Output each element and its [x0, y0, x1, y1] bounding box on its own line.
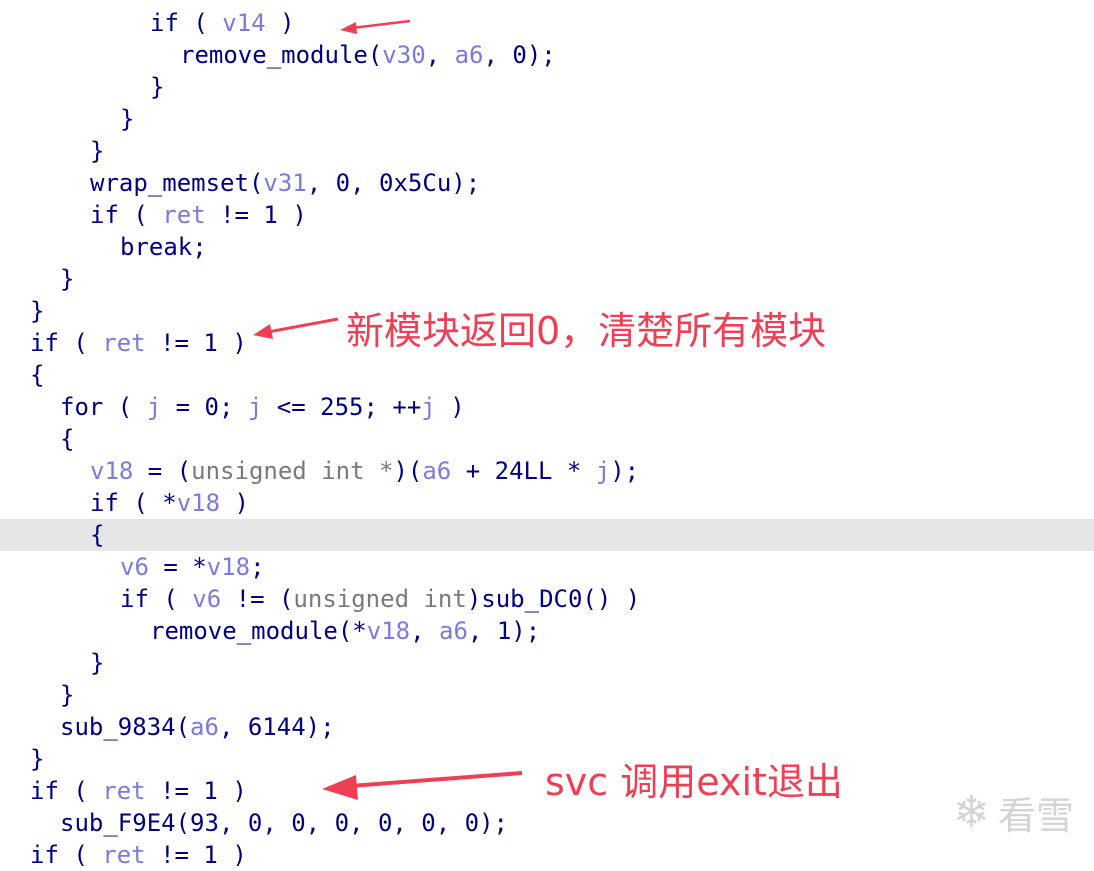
- arrow-to-if-v14: [340, 19, 411, 34]
- annotation-arrows: [253, 19, 523, 800]
- arrow-to-if-ret-1: [253, 317, 339, 339]
- kanxue-watermark: ❄ 看雪: [953, 785, 1074, 840]
- arrow-to-if-ret-2: [322, 771, 523, 800]
- watermark-text: 看雪: [997, 794, 1074, 838]
- snowflake-icon: ❄: [953, 787, 990, 838]
